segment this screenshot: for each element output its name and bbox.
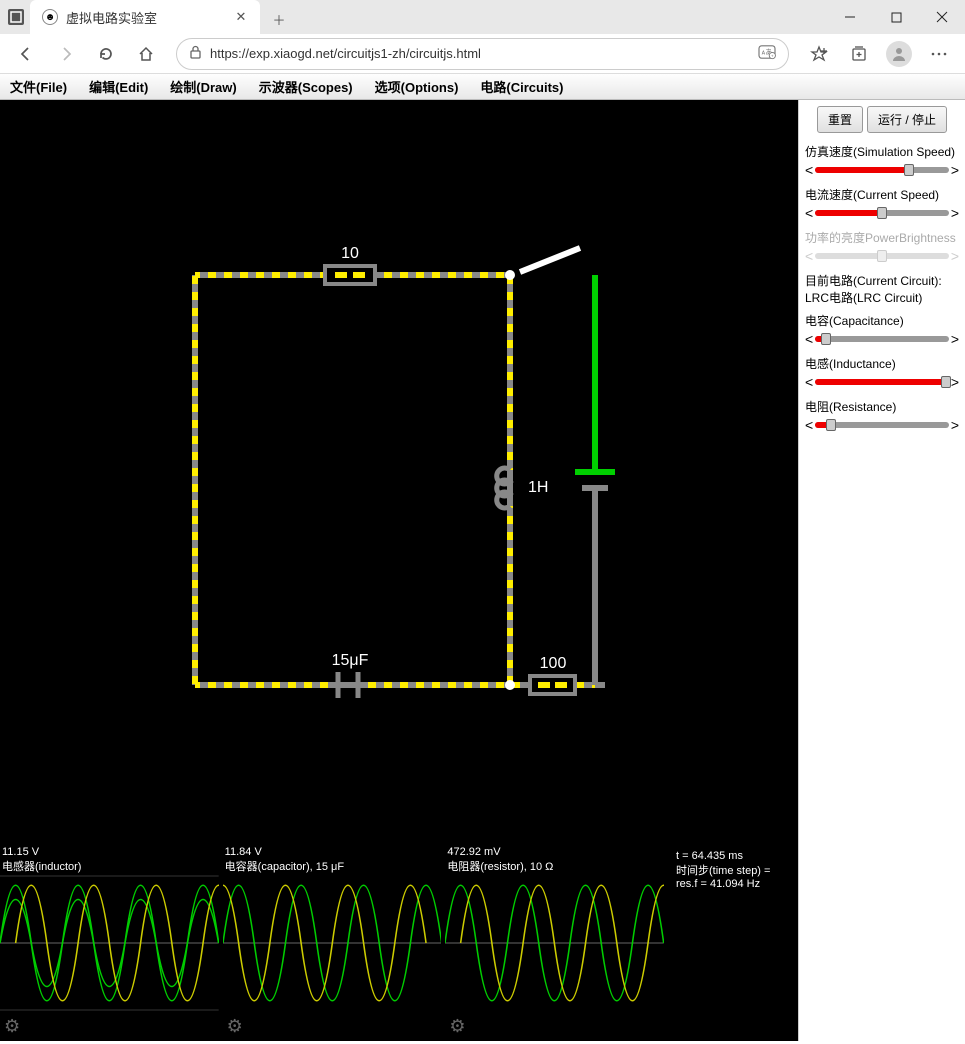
app-icon xyxy=(8,9,24,25)
status-panel: t = 64.435 ms 时间步(time step) = res.f = 4… xyxy=(668,846,798,1041)
menu-draw[interactable]: 绘制(Draw) xyxy=(170,77,236,96)
slider-right-arrow[interactable]: > xyxy=(951,205,959,221)
scope-resistor[interactable]: 472.92 mV 电阻器(resistor), 10 Ω ⚙ xyxy=(445,846,664,1041)
menu-file[interactable]: 文件(File) xyxy=(10,77,67,96)
lock-icon xyxy=(189,45,202,62)
scope3-value: 472.92 mV xyxy=(447,846,553,858)
tab-favicon-icon: ☻ xyxy=(42,9,58,25)
close-tab-icon[interactable]: ✕ xyxy=(234,10,248,24)
status-time: t = 64.435 ms xyxy=(676,850,798,862)
slider-right-arrow[interactable]: > xyxy=(951,417,959,433)
browser-tab[interactable]: ☻ 虚拟电路实验室 ✕ xyxy=(30,0,260,34)
menu-circuits[interactable]: 电路(Circuits) xyxy=(480,77,563,96)
capacitance-label: 电容(Capacitance) xyxy=(805,312,959,329)
window-minimize-button[interactable] xyxy=(827,2,873,32)
reset-button[interactable]: 重置 xyxy=(817,106,863,133)
more-button[interactable] xyxy=(921,38,957,70)
current-circuit-value: LRC电路(LRC Circuit) xyxy=(805,289,959,306)
scope-inductor[interactable]: 11.15 V 电感器(inductor) ⚙ xyxy=(0,846,219,1041)
slider-right-arrow[interactable]: > xyxy=(951,331,959,347)
sim-speed-label: 仿真速度(Simulation Speed) xyxy=(805,143,959,160)
home-button[interactable] xyxy=(128,38,164,70)
tab-title: 虚拟电路实验室 xyxy=(66,8,226,27)
back-button[interactable] xyxy=(8,38,44,70)
circuit-canvas[interactable]: 10 1H 15μF 100 xyxy=(0,100,798,1041)
reload-button[interactable] xyxy=(88,38,124,70)
slider-left-arrow[interactable]: < xyxy=(805,331,813,347)
slider-right-arrow[interactable]: > xyxy=(951,374,959,390)
slider-left-arrow[interactable]: < xyxy=(805,205,813,221)
inductor-label: 1H xyxy=(528,479,548,496)
circuit-diagram: 10 1H 15μF 100 xyxy=(0,100,798,850)
current-circuit-label: 目前电路(Current Circuit): xyxy=(805,272,959,289)
address-bar[interactable]: https://exp.xiaogd.net/circuitjs1-zh/cir… xyxy=(176,38,789,70)
r2-label: 100 xyxy=(540,655,567,672)
sim-speed-slider[interactable] xyxy=(815,167,949,173)
menubar: 文件(File) 编辑(Edit) 绘制(Draw) 示波器(Scopes) 选… xyxy=(0,74,965,100)
slider-right-arrow: > xyxy=(951,248,959,264)
scope3-label: 电阻器(resistor), 10 Ω xyxy=(447,858,553,874)
url-text: https://exp.xiaogd.net/circuitjs1-zh/cir… xyxy=(210,46,750,61)
profile-button[interactable] xyxy=(881,38,917,70)
inductance-label: 电感(Inductance) xyxy=(805,355,959,372)
inductance-slider[interactable] xyxy=(815,379,949,385)
svg-text:+: + xyxy=(771,53,774,58)
scope2-value: 11.84 V xyxy=(225,846,344,858)
new-tab-button[interactable]: ＋ xyxy=(264,4,294,34)
current-speed-slider[interactable] xyxy=(815,210,949,216)
status-timestep: 时间步(time step) = xyxy=(676,862,798,878)
scope2-label: 电容器(capacitor), 15 μF xyxy=(225,858,344,874)
menu-edit[interactable]: 编辑(Edit) xyxy=(89,77,148,96)
slider-left-arrow[interactable]: < xyxy=(805,374,813,390)
scope1-label: 电感器(inductor) xyxy=(2,858,81,874)
run-stop-button[interactable]: 运行 / 停止 xyxy=(867,106,947,133)
scope-settings-icon[interactable]: ⚙ xyxy=(227,1016,243,1037)
favorites-button[interactable] xyxy=(801,38,837,70)
r1-label: 10 xyxy=(341,245,359,262)
scope-capacitor[interactable]: 11.84 V 电容器(capacitor), 15 μF ⚙ xyxy=(223,846,442,1041)
slider-right-arrow[interactable]: > xyxy=(951,162,959,178)
scope-settings-icon[interactable]: ⚙ xyxy=(4,1016,20,1037)
window-close-button[interactable] xyxy=(919,2,965,32)
resistance-label: 电阻(Resistance) xyxy=(805,398,959,415)
capacitor-label: 15μF xyxy=(332,652,369,669)
menu-options[interactable]: 选项(Options) xyxy=(375,77,459,96)
collections-button[interactable] xyxy=(841,38,877,70)
status-resf: res.f = 41.094 Hz xyxy=(676,878,798,890)
scope1-value: 11.15 V xyxy=(2,846,81,858)
sidebar: 重置 运行 / 停止 仿真速度(Simulation Speed) < > 电流… xyxy=(798,100,965,1041)
current-speed-label: 电流速度(Current Speed) xyxy=(805,186,959,203)
reader-icon[interactable]: ᴀあ+ xyxy=(758,44,776,63)
slider-left-arrow: < xyxy=(805,248,813,264)
forward-button[interactable] xyxy=(48,38,84,70)
power-brightness-slider xyxy=(815,253,949,259)
resistance-slider[interactable] xyxy=(815,422,949,428)
menu-scopes[interactable]: 示波器(Scopes) xyxy=(259,77,353,96)
slider-left-arrow[interactable]: < xyxy=(805,417,813,433)
scope-settings-icon[interactable]: ⚙ xyxy=(449,1016,465,1037)
slider-left-arrow[interactable]: < xyxy=(805,162,813,178)
capacitance-slider[interactable] xyxy=(815,336,949,342)
power-brightness-label: 功率的亮度PowerBrightness xyxy=(805,229,959,246)
window-maximize-button[interactable] xyxy=(873,2,919,32)
